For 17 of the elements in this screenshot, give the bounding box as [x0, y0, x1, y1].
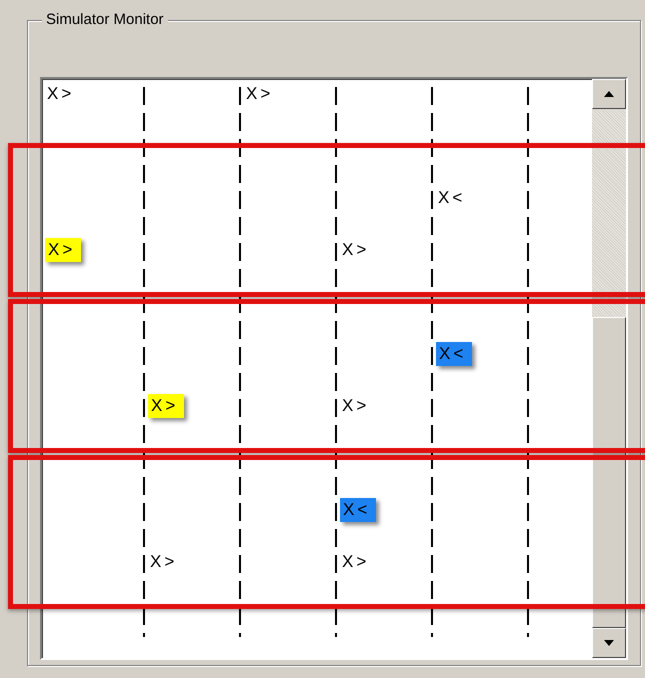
up-arrow-icon	[604, 91, 614, 97]
vertical-scrollbar[interactable]	[592, 79, 626, 658]
scroll-up-button[interactable]	[592, 79, 626, 109]
monitor-token: X>	[45, 238, 82, 262]
down-arrow-icon	[604, 640, 614, 646]
monitor-token: X>	[149, 551, 178, 573]
monitor-token: X<	[437, 187, 466, 209]
scroll-down-button[interactable]	[592, 628, 626, 658]
monitor-token: X>	[341, 239, 370, 261]
monitor-token: X>	[341, 551, 370, 573]
monitor-token: X>	[245, 83, 274, 105]
monitor-token: X>	[148, 394, 184, 418]
monitor-token: X>	[46, 83, 76, 105]
monitor-token: X>	[341, 395, 370, 417]
scroll-thumb[interactable]	[592, 317, 626, 628]
monitor-token: X<	[436, 342, 472, 366]
monitor-token: X<	[340, 498, 376, 522]
